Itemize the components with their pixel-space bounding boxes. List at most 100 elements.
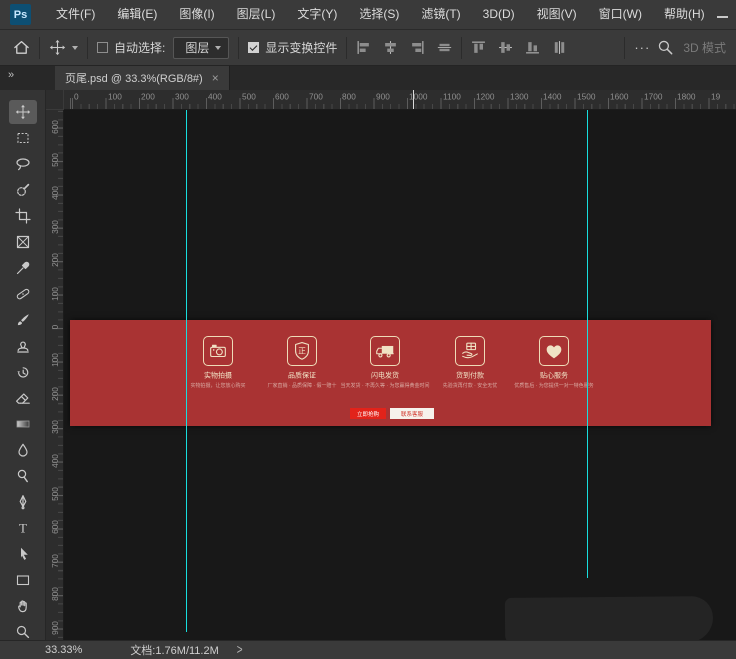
menu-item-2[interactable]: 图像(I) xyxy=(168,0,225,29)
quick-select-tool[interactable] xyxy=(9,178,37,202)
banner-item-4[interactable]: 贴心服务优质售后 · 为您提供一对一特色服务 xyxy=(494,336,614,396)
menu-item-1[interactable]: 编辑(E) xyxy=(106,0,168,29)
ruler-label: 600 xyxy=(50,110,59,145)
ruler-corner xyxy=(46,90,64,110)
ruler-label: 200 xyxy=(50,375,59,412)
3d-mode-label: 3D 模式 xyxy=(683,39,726,56)
menu-item-6[interactable]: 滤镜(T) xyxy=(410,0,471,29)
search-icon[interactable] xyxy=(657,39,674,56)
ruler-label: 500 xyxy=(50,142,59,179)
document-canvas[interactable]: 实物拍摄实物拍摄，让您放心购买正品质保证厂家直销 · 品质保障 · 假一赔十闪电… xyxy=(70,320,711,426)
ruler-label: 900 xyxy=(50,609,59,640)
guide-vertical-right[interactable] xyxy=(587,110,588,578)
ruler-label: 500 xyxy=(242,92,256,101)
chevron-down-icon xyxy=(215,46,221,50)
menu-item-7[interactable]: 3D(D) xyxy=(472,0,526,29)
align-right-icon[interactable] xyxy=(410,40,425,55)
ruler-label: 1400 xyxy=(543,92,561,101)
show-transform-checkbox[interactable] xyxy=(248,42,259,53)
canvas-viewport[interactable]: 实物拍摄实物拍摄，让您放心购买正品质保证厂家直销 · 品质保障 · 假一赔十闪电… xyxy=(64,110,736,640)
ruler-label: 1100 xyxy=(443,92,461,101)
menu-bar: 文件(F)编辑(E)图像(I)图层(L)文字(Y)选择(S)滤镜(T)3D(D)… xyxy=(45,0,716,29)
options-bar: 自动选择: 图层 显示变换控件 ··· 3D 模式 xyxy=(0,30,736,66)
distribute-h-icon[interactable] xyxy=(437,40,452,55)
hand-tool[interactable] xyxy=(9,594,37,618)
dodge-tool[interactable] xyxy=(9,464,37,488)
contact-service-button[interactable]: 联系客服 xyxy=(390,408,434,419)
menu-item-10[interactable]: 帮助(H) xyxy=(653,0,716,29)
menu-item-3[interactable]: 图层(L) xyxy=(226,0,287,29)
type-tool[interactable]: T xyxy=(9,516,37,540)
ruler-label: 1000 xyxy=(409,92,427,101)
history-brush-tool[interactable] xyxy=(9,360,37,384)
menu-item-5[interactable]: 选择(S) xyxy=(348,0,410,29)
document-size-info: 文档:1.76M/11.2M xyxy=(130,642,218,658)
gradient-tool[interactable] xyxy=(9,412,37,436)
ruler-label: 800 xyxy=(50,576,59,613)
menu-item-4[interactable]: 文字(Y) xyxy=(286,0,348,29)
banner-buttons: 立即抢购 联系客服 xyxy=(350,408,434,419)
shape-tool[interactable] xyxy=(9,568,37,592)
blur-tool[interactable] xyxy=(9,438,37,462)
marquee-tool[interactable] xyxy=(9,126,37,150)
crop-tool[interactable] xyxy=(9,204,37,228)
align-center-h-icon[interactable] xyxy=(383,40,398,55)
pen-tool[interactable] xyxy=(9,490,37,514)
ruler-label: 200 xyxy=(50,242,59,279)
eraser-tool[interactable] xyxy=(9,386,37,410)
distribute-v-icon[interactable] xyxy=(552,40,567,55)
button-label: 立即抢购 xyxy=(357,409,379,417)
title-bar: Ps 文件(F)编辑(E)图像(I)图层(L)文字(Y)选择(S)滤镜(T)3D… xyxy=(0,0,736,30)
home-icon[interactable] xyxy=(13,39,30,56)
menu-item-0[interactable]: 文件(F) xyxy=(45,0,106,29)
auto-select-target-dropdown[interactable]: 图层 xyxy=(173,37,229,59)
lasso-tool[interactable] xyxy=(9,152,37,176)
align-bottom-icon[interactable] xyxy=(525,40,540,55)
ruler-label: 19 xyxy=(711,92,720,101)
divider xyxy=(39,37,40,59)
chevron-down-icon[interactable] xyxy=(72,46,78,50)
vertical-ruler[interactable]: 6005004003002001000100200300400500600700… xyxy=(46,110,64,640)
ruler-label: 900 xyxy=(376,92,390,101)
ruler-major-ticks xyxy=(64,98,736,109)
align-top-icon[interactable] xyxy=(471,40,486,55)
menu-item-9[interactable]: 窗口(W) xyxy=(588,0,653,29)
ruler-label: 400 xyxy=(208,92,222,101)
move-tool[interactable] xyxy=(9,100,37,124)
heart-icon xyxy=(539,336,569,366)
more-options-icon[interactable]: ··· xyxy=(634,40,650,55)
path-select-tool[interactable] xyxy=(9,542,37,566)
healing-tool[interactable] xyxy=(9,282,37,306)
panel-expand-icon[interactable]: » xyxy=(8,69,14,81)
app-logo: Ps xyxy=(10,4,31,25)
document-tab[interactable]: 页尾.psd @ 33.3%(RGB/8#) × xyxy=(55,66,230,90)
menu-item-8[interactable]: 视图(V) xyxy=(526,0,588,29)
photoshop-window: Ps 文件(F)编辑(E)图像(I)图层(L)文字(Y)选择(S)滤镜(T)3D… xyxy=(0,0,736,659)
ruler-label: 0 xyxy=(50,309,59,346)
eyedropper-tool[interactable] xyxy=(9,256,37,280)
divider xyxy=(461,37,462,59)
align-left-icon[interactable] xyxy=(356,40,371,55)
ruler-label: 1500 xyxy=(577,92,595,101)
ruler-label: 300 xyxy=(50,208,59,245)
zoom-level[interactable]: 33.33% xyxy=(45,644,82,656)
ruler-label: 300 xyxy=(175,92,189,101)
ruler-label: 500 xyxy=(50,476,59,513)
auto-select-checkbox[interactable] xyxy=(97,42,108,53)
horizontal-ruler[interactable]: 0100200300400500600700800900100011001200… xyxy=(64,90,736,110)
minimize-button[interactable] xyxy=(716,8,729,21)
brush-tool[interactable] xyxy=(9,308,37,332)
banner-item-title: 贴心服务 xyxy=(512,369,596,380)
align-middle-icon[interactable] xyxy=(498,40,513,55)
truck-icon xyxy=(370,336,400,366)
guide-vertical-left[interactable] xyxy=(186,110,187,632)
status-chevron-icon[interactable]: > xyxy=(237,643,243,658)
status-bar: 33.33% 文档:1.76M/11.2M > xyxy=(0,640,736,659)
frame-tool[interactable] xyxy=(9,230,37,254)
buy-now-button[interactable]: 立即抢购 xyxy=(350,408,386,419)
tab-close-icon[interactable]: × xyxy=(212,72,219,84)
ruler-label: 0 xyxy=(74,92,79,101)
stamp-tool[interactable] xyxy=(9,334,37,358)
ruler-label: 600 xyxy=(50,509,59,546)
tool-preset-move-icon[interactable] xyxy=(49,39,66,56)
